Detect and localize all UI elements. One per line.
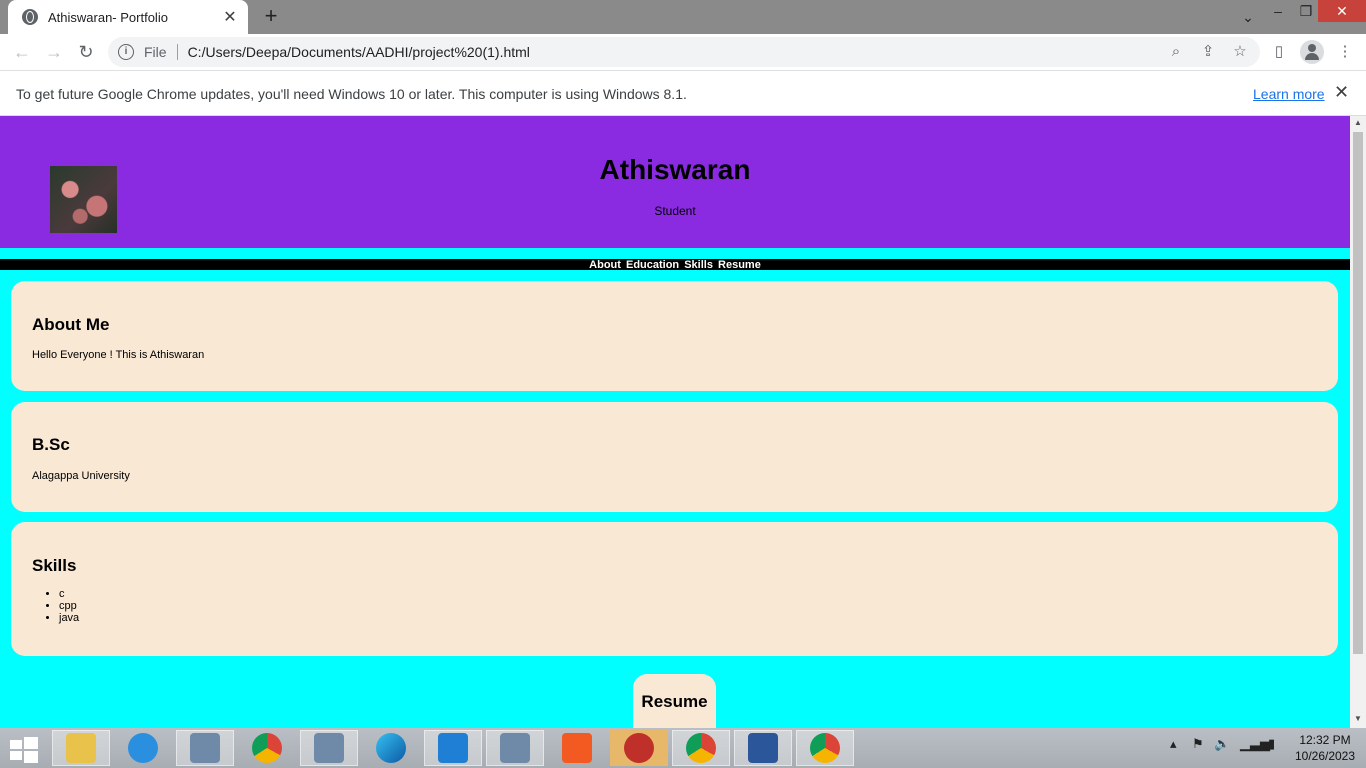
taskbar-file-explorer[interactable] [52, 730, 110, 766]
nav-link-about[interactable]: About [589, 259, 621, 271]
menu-kebab-icon[interactable]: ⋮ [1335, 42, 1355, 62]
file-explorer-icon [66, 733, 96, 763]
profile-avatar-icon[interactable] [1300, 40, 1324, 64]
nav-link-education[interactable]: Education [626, 259, 679, 271]
clock-time: 12:32 PM [1299, 733, 1351, 747]
browser-toolbar: ← → ↻ i File C:/Users/Deepa/Documents/AA… [0, 34, 1366, 70]
skills-list: c cpp java [59, 588, 1338, 624]
side-panel-icon[interactable]: ▯ [1269, 42, 1289, 62]
share-icon[interactable]: ⇪ [1198, 42, 1218, 62]
taskbar-app-window[interactable] [486, 730, 544, 766]
bookmark-star-icon[interactable]: ☆ [1230, 42, 1250, 62]
nav-link-skills[interactable]: Skills [684, 259, 713, 271]
chrome-icon [252, 733, 282, 763]
taskbar-chrome[interactable] [238, 730, 296, 766]
app-window-icon [314, 733, 344, 763]
new-tab-button[interactable]: + [258, 4, 284, 30]
browser-titlebar: Athiswaran- Portfolio ✕ + ⌄ – ❐ ✕ [0, 0, 1366, 34]
omnibox-divider [176, 44, 178, 60]
tray-chevron-icon[interactable]: ▴ [1170, 736, 1177, 752]
taskbar-word[interactable] [734, 730, 792, 766]
page-title: Athiswaran [599, 154, 751, 185]
learn-more-link[interactable]: Learn more [1253, 86, 1325, 102]
chrome-profile-icon [686, 733, 716, 763]
scrollbar-thumb[interactable] [1353, 132, 1363, 654]
back-arrow-icon[interactable]: ← [10, 40, 34, 64]
vscode-icon [438, 733, 468, 763]
taskbar-edge[interactable] [362, 730, 420, 766]
nav-link-resume[interactable]: Resume [718, 259, 761, 271]
update-infobar: To get future Google Chrome updates, you… [0, 70, 1366, 116]
scroll-down-arrow-icon[interactable]: ▼ [1350, 714, 1366, 723]
tab-title: Athiswaran- Portfolio [48, 9, 168, 25]
tab-close-icon[interactable]: ✕ [218, 7, 242, 27]
forward-arrow-icon[interactable]: → [42, 40, 66, 64]
taskbar-app-window[interactable] [300, 730, 358, 766]
skills-card: Skills c cpp java [11, 522, 1338, 656]
url-text[interactable]: C:/Users/Deepa/Documents/AADHI/project%2… [188, 44, 530, 60]
page-subtitle: Student [654, 204, 696, 218]
taskbar-app-window[interactable] [176, 730, 234, 766]
education-heading: B.Sc [32, 435, 70, 454]
skill-item: java [59, 612, 1338, 624]
edge-icon [376, 733, 406, 763]
skill-item: c [59, 588, 1338, 600]
scroll-up-arrow-icon[interactable]: ▲ [1350, 118, 1366, 127]
page-header: Athiswaran Student [0, 116, 1350, 248]
taskbar-app-red-circle[interactable] [610, 730, 668, 766]
windows-start-button[interactable] [8, 734, 40, 763]
globe-icon [22, 9, 38, 25]
window-close-button[interactable]: ✕ [1318, 0, 1366, 22]
word-icon [748, 733, 778, 763]
internet-explorer-icon [128, 733, 158, 763]
taskbar-brave[interactable] [548, 730, 606, 766]
about-heading: About Me [32, 315, 110, 334]
browser-tab[interactable]: Athiswaran- Portfolio ✕ [8, 0, 248, 34]
about-card: About Me Hello Everyone ! This is Athisw… [11, 281, 1338, 391]
taskbar-internet-explorer[interactable] [114, 730, 172, 766]
app-window-icon [500, 733, 530, 763]
battery-icon[interactable]: ▮ [1268, 736, 1275, 752]
volume-icon[interactable]: 🔈 [1214, 736, 1230, 752]
info-icon[interactable]: i [118, 44, 134, 60]
brave-icon [562, 733, 592, 763]
infobar-message: To get future Google Chrome updates, you… [16, 86, 687, 102]
scheme-label: File [144, 44, 167, 60]
taskbar-chrome-profile[interactable] [672, 730, 730, 766]
windows-taskbar: ▴ ⚑ 🔈 ▁▃▅ ▮ 12:32 PM 10/26/2023 [0, 728, 1366, 768]
reload-icon[interactable]: ↻ [74, 40, 98, 64]
resume-heading: Resume [641, 692, 708, 711]
page-viewport: Athiswaran Student About Education Skill… [0, 116, 1350, 728]
infobar-close-icon[interactable]: ✕ [1334, 82, 1349, 103]
zoom-icon[interactable]: ⌕ [1166, 42, 1186, 62]
about-text: Hello Everyone ! This is Athiswaran [32, 349, 205, 361]
skills-heading: Skills [32, 556, 77, 575]
education-card: B.Sc Alagappa University [11, 402, 1338, 512]
network-signal-icon[interactable]: ▁▃▅ [1240, 736, 1270, 752]
skill-item: cpp [59, 600, 1338, 612]
action-center-flag-icon[interactable]: ⚑ [1192, 736, 1204, 752]
taskbar-vscode[interactable] [424, 730, 482, 766]
red-circle-app-icon [624, 733, 654, 763]
education-text: Alagappa University [32, 470, 130, 482]
clock-date: 10/26/2023 [1294, 749, 1356, 763]
nav-bar: About Education Skills Resume [0, 259, 1350, 271]
taskbar-clock[interactable]: 12:32 PM 10/26/2023 [1290, 732, 1360, 764]
resume-card: Resume resume [633, 674, 716, 728]
app-window-icon [190, 733, 220, 763]
chrome-icon [810, 733, 840, 763]
address-bar[interactable]: i File C:/Users/Deepa/Documents/AADHI/pr… [108, 37, 1260, 67]
taskbar-chrome-active[interactable] [796, 730, 854, 766]
vertical-scrollbar[interactable]: ▲ ▼ [1350, 116, 1366, 728]
